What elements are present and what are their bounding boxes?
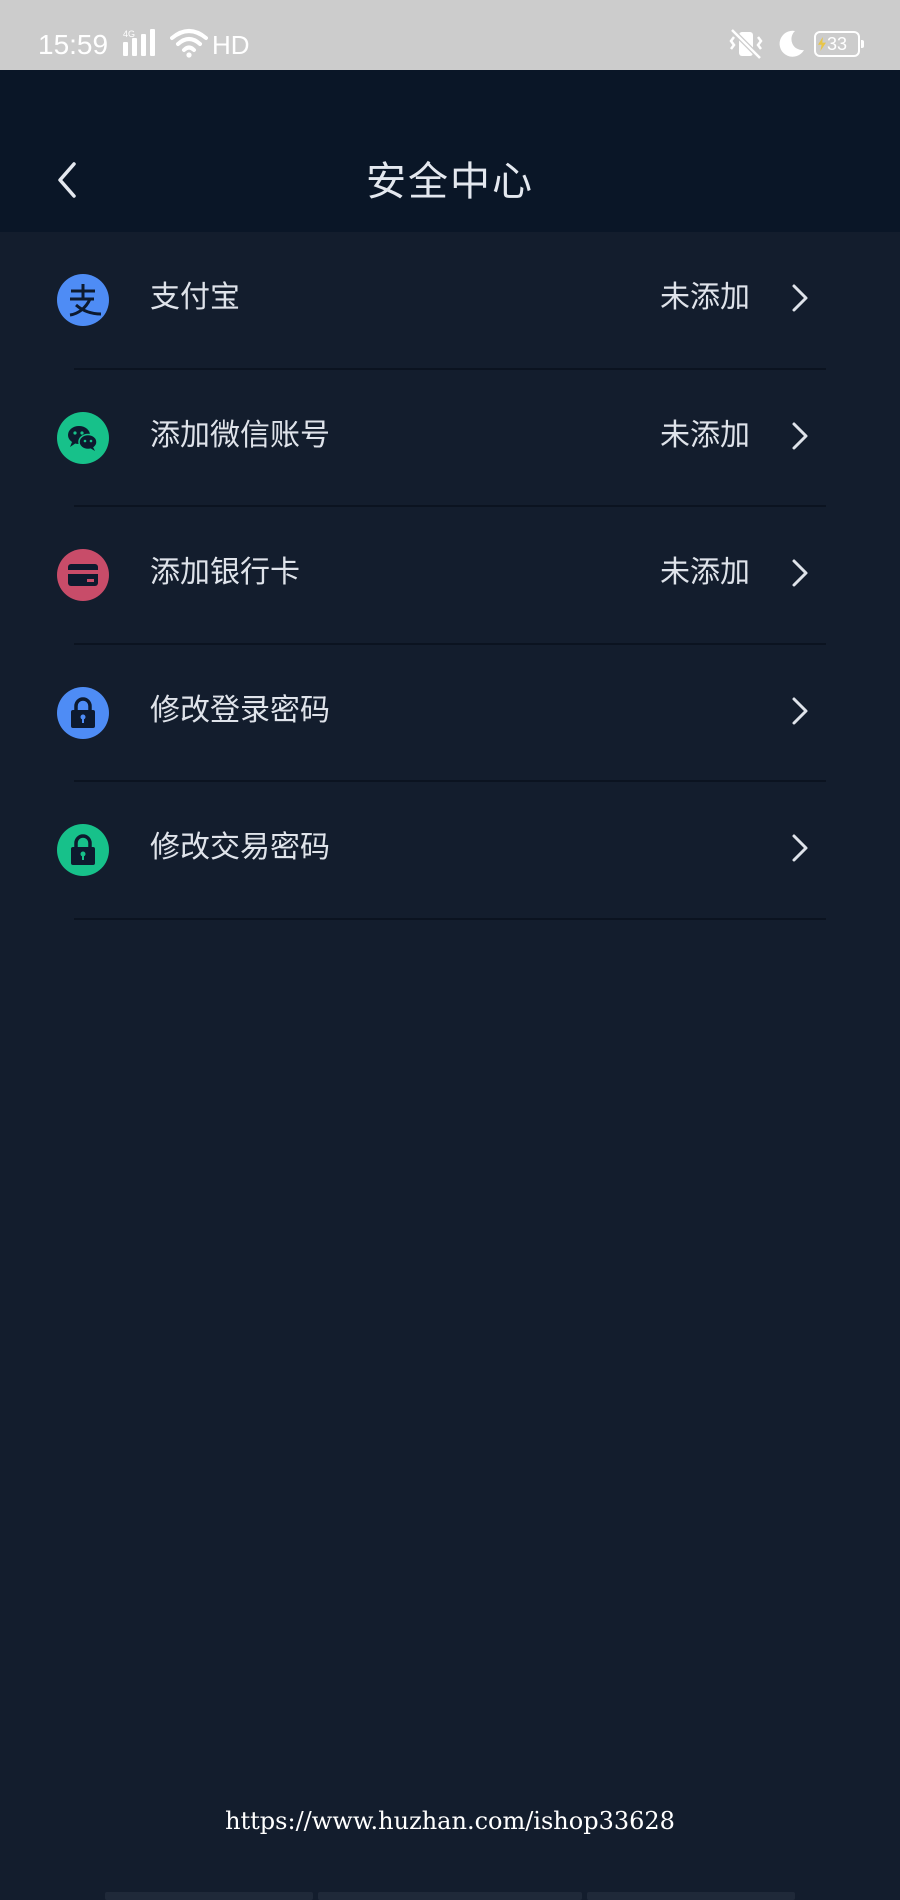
chevron-right-icon — [788, 832, 812, 868]
menu-item-label: 修改登录密码 — [150, 692, 330, 728]
page-title: 安全中心 — [366, 159, 534, 205]
menu-item-status: 未添加 — [660, 555, 750, 590]
nav-hint-left — [105, 1892, 313, 1900]
bank-card-icon — [57, 549, 109, 601]
status-bar: 15:59 4G HD 33 — [0, 0, 900, 70]
menu-item-label: 添加银行卡 — [150, 555, 300, 590]
battery-level: 33 — [826, 34, 848, 54]
divider — [74, 917, 826, 920]
chevron-right-icon — [788, 695, 812, 731]
menu-item-label: 修改交易密码 — [150, 830, 330, 865]
app-header: 安全中心 — [0, 70, 900, 232]
lock-icon — [57, 824, 109, 876]
chevron-right-icon — [788, 420, 812, 456]
watermark-text: https://www.huzhan.com/ishop33628 — [225, 1807, 675, 1835]
chevron-right-icon — [788, 282, 812, 318]
security-center-screen: 15:59 4G HD 33 安全中心 支付宝 未添加 添加微信账号 未添加 添… — [0, 0, 900, 1900]
moon-icon — [775, 28, 807, 64]
security-menu-list: 支付宝 未添加 添加微信账号 未添加 添加银行卡 未添加 修改登录密码 修改交易… — [0, 232, 900, 920]
nav-hint-right — [587, 1892, 795, 1900]
menu-item-status: 未添加 — [660, 417, 750, 453]
lock-icon — [57, 686, 109, 739]
menu-item-trade-password[interactable]: 修改交易密码 — [0, 782, 900, 920]
menu-item-wechat[interactable]: 添加微信账号 未添加 — [0, 370, 900, 507]
chevron-right-icon — [788, 557, 812, 593]
menu-item-bank-card[interactable]: 添加银行卡 未添加 — [0, 507, 900, 645]
vibrate-icon — [726, 28, 766, 64]
alipay-icon — [57, 274, 109, 326]
wifi-icon — [170, 28, 208, 62]
wechat-icon — [57, 411, 109, 464]
signal-icon: 4G — [122, 28, 162, 62]
menu-item-label: 支付宝 — [150, 280, 240, 315]
nav-hint-center — [318, 1892, 582, 1900]
status-time: 15:59 — [38, 29, 109, 60]
menu-item-status: 未添加 — [660, 280, 750, 315]
menu-item-alipay[interactable]: 支付宝 未添加 — [0, 232, 900, 370]
menu-item-label: 添加微信账号 — [150, 417, 330, 453]
network-type: 4G — [123, 29, 135, 39]
menu-item-login-password[interactable]: 修改登录密码 — [0, 645, 900, 782]
hd-indicator: HD — [212, 30, 250, 60]
battery-icon: 33 — [814, 31, 864, 57]
